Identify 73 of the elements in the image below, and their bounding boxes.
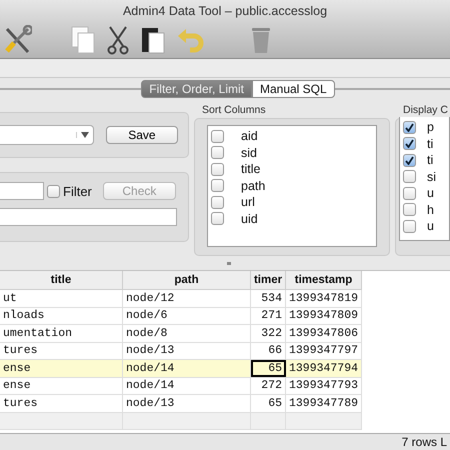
query-dropdown[interactable] <box>0 125 94 145</box>
table-cell: 1399347793 <box>286 377 362 394</box>
paste-icon[interactable] <box>140 25 166 55</box>
column-name: url <box>241 195 255 210</box>
table-cell: 1399347819 <box>286 290 362 307</box>
checkbox[interactable] <box>403 220 416 233</box>
input-field[interactable] <box>0 182 44 200</box>
column-name: p <box>427 120 434 134</box>
status-text: 7 rows L <box>402 435 447 449</box>
checkbox[interactable] <box>403 154 416 167</box>
save-button[interactable]: Save <box>106 126 178 144</box>
checkbox[interactable] <box>403 137 416 150</box>
column-name: path <box>241 178 266 193</box>
table-cell: tures <box>0 394 122 412</box>
column-name: ti <box>427 153 434 168</box>
checkbox[interactable] <box>403 186 416 200</box>
checkbox[interactable] <box>403 120 416 134</box>
table-cell: node/8 <box>122 324 250 342</box>
checkbox[interactable] <box>211 212 224 226</box>
column-name: sid <box>241 146 257 160</box>
table-cell: nloads <box>0 307 122 324</box>
table-cell: node/14 <box>122 377 250 394</box>
scissors-icon[interactable] <box>106 25 130 55</box>
table-cell: 65 <box>250 394 286 412</box>
column-name: h <box>427 202 434 217</box>
column-header[interactable]: timestamp <box>286 271 362 290</box>
column-name: uid <box>241 212 258 226</box>
copy-icon[interactable] <box>70 25 96 55</box>
column-name: si <box>427 170 436 184</box>
tab[interactable]: Filter, Order, Limit <box>141 80 252 98</box>
column-name: ti <box>427 136 434 151</box>
dropdown-arrow-icon <box>76 132 89 138</box>
tools-icon[interactable] <box>4 25 32 55</box>
table-cell: 1399347806 <box>286 324 362 342</box>
checkbox[interactable] <box>211 130 224 143</box>
column-header[interactable]: timer <box>250 271 286 290</box>
table-cell: 1399347789 <box>286 394 362 412</box>
table-cell: ense <box>0 377 122 394</box>
group-title: Sort Columns <box>201 104 267 116</box>
table-cell: 534 <box>250 290 286 307</box>
table-cell: 1399347809 <box>286 307 362 324</box>
table-cell: 271 <box>250 307 286 324</box>
checkbox[interactable] <box>211 196 224 209</box>
window-title: Admin4 Data Tool – public.accesslog <box>122 4 328 18</box>
group-title: Display C <box>402 104 449 116</box>
column-name: title <box>241 162 260 176</box>
filter-field[interactable] <box>0 208 177 226</box>
trash-icon[interactable] <box>250 25 272 55</box>
table-cell: 322 <box>250 324 286 342</box>
checkbox[interactable] <box>211 146 224 160</box>
tab[interactable]: Manual SQL <box>252 80 335 98</box>
column-header[interactable]: title <box>0 271 122 290</box>
checkbox[interactable] <box>47 184 60 198</box>
table-cell: node/13 <box>122 394 250 412</box>
checkbox[interactable] <box>403 203 416 216</box>
checkbox[interactable] <box>403 170 416 184</box>
table-cell: ut <box>0 290 122 307</box>
table-cell: node/14 <box>122 360 250 377</box>
checkbox-label: Filter <box>63 184 92 198</box>
table-cell: 272 <box>250 377 286 394</box>
table-cell: 65 <box>250 360 286 377</box>
column-name: u <box>427 186 434 200</box>
table-cell: node/6 <box>122 307 250 324</box>
checkbox[interactable] <box>211 162 224 176</box>
table-cell: ense <box>0 360 122 377</box>
table-cell: node/12 <box>122 290 250 307</box>
column-header[interactable]: path <box>122 271 250 290</box>
table-cell: 1399347794 <box>286 360 362 377</box>
table-cell: umentation <box>0 324 122 342</box>
column-name: u <box>427 219 434 234</box>
column-name: aid <box>241 129 258 144</box>
checkbox[interactable] <box>211 179 224 192</box>
splitter-handle[interactable] <box>227 262 231 264</box>
